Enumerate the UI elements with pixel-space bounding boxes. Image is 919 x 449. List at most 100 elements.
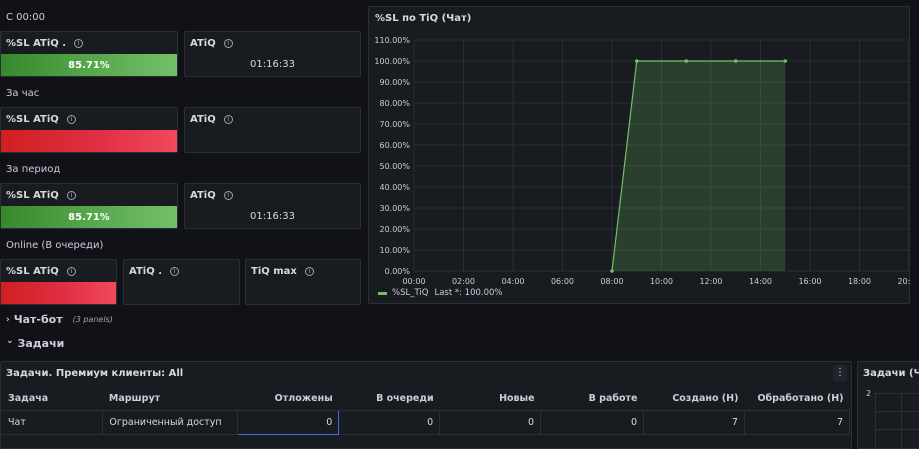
info-icon[interactable]: i — [304, 267, 314, 276]
column-header-processed[interactable]: Обработано (Н) — [744, 387, 850, 411]
stat-value: 01:16:33 — [250, 211, 295, 222]
chevron-right-icon: › — [6, 314, 10, 325]
info-icon[interactable]: i — [223, 191, 233, 200]
stat-panel-sl-atiq-period[interactable]: %SL ATiQ i 85.71% — [0, 183, 178, 229]
legend-swatch — [378, 291, 387, 295]
info-icon[interactable]: i — [66, 191, 76, 200]
gridline — [876, 411, 919, 412]
y-tick-label: 10.00% — [379, 246, 410, 255]
stat-value-bar: 85.71% — [1, 206, 177, 228]
column-header-in-progress[interactable]: В работе — [540, 387, 644, 411]
x-tick-label: 04:00 — [501, 277, 524, 286]
section-title-per-hour: За час — [6, 88, 40, 99]
stat-title: %SL ATiQ i — [6, 190, 76, 201]
right-panel-title: Задачи (Чат — [863, 368, 919, 379]
stat-title-label: ATiQ — [190, 190, 216, 201]
panel-menu-button[interactable]: ⋮ — [833, 365, 847, 381]
panels-count: (3 panels) — [72, 315, 113, 324]
stat-panel-sl-atiq-online[interactable]: %SL ATiQ i — [0, 259, 117, 305]
stat-title: %SL ATiQ i — [6, 266, 76, 277]
stat-title-label: ATiQ — [190, 114, 216, 125]
stat-title: ATiQ i — [190, 114, 233, 125]
info-icon[interactable]: i — [66, 267, 76, 276]
x-tick-label: 10:00 — [650, 277, 673, 286]
row-header-chatbot[interactable]: › Чат-бот (3 panels) — [6, 313, 113, 326]
stat-panel-atiq-period[interactable]: ATiQ i 01:16:33 — [184, 183, 361, 229]
sl-tiq-chart: 0.00% 10.00% 20.00% 30.00% 40.00% 50.00% 60.00… — [374, 36, 911, 286]
cell-new: 0 — [439, 410, 542, 435]
stat-title: ATiQ . i — [129, 266, 179, 277]
table-header-row: Задача Маршрут Отложены В очереди Новые … — [2, 387, 850, 411]
row-header-tasks[interactable]: ⌄ Задачи — [6, 336, 65, 350]
stat-title: %SL ATiQ i — [6, 114, 76, 125]
y-tick-label: 40.00% — [379, 183, 410, 192]
info-icon[interactable]: i — [223, 39, 233, 48]
column-header-created[interactable]: Создано (Н) — [643, 387, 745, 411]
section-title-since-midnight: С 00:00 — [6, 12, 45, 23]
table-row[interactable]: Чат Ограниченный доступ 0 0 0 0 7 7 — [2, 409, 851, 435]
gridline — [876, 429, 919, 430]
stat-title-label: %SL ATiQ — [6, 266, 59, 277]
info-icon[interactable]: i — [170, 267, 179, 276]
stat-title: ATiQ i — [190, 190, 233, 201]
series-point — [610, 269, 614, 273]
cell-postponed[interactable]: 0 — [237, 409, 340, 435]
right-partial-panel[interactable]: Задачи (Чат 2 — [857, 361, 919, 449]
gridline — [876, 393, 919, 394]
stat-panel-atiq-online[interactable]: ATiQ . i — [123, 259, 240, 305]
x-tick-label: 18:00 — [848, 277, 871, 286]
cell-in-progress: 0 — [540, 410, 644, 435]
x-tick-label: 20:00 — [897, 277, 911, 286]
stat-title-label: TiQ max — [251, 266, 297, 277]
table-panel-title: Задачи. Премиум клиенты: All — [6, 368, 184, 379]
gridline — [901, 393, 902, 448]
row-title: Задачи — [17, 337, 65, 350]
y-tick-label: 30.00% — [379, 204, 410, 213]
stat-title-label: %SL ATiQ — [6, 114, 59, 125]
series-area — [612, 61, 786, 271]
stat-title: TiQ max i — [251, 266, 314, 277]
stat-value-bar — [1, 282, 116, 304]
row-title: Чат-бот — [13, 313, 63, 326]
stat-value-bar: 85.71% — [1, 54, 177, 76]
right-panel-y-tick: 2 — [866, 389, 872, 398]
column-header-postponed[interactable]: Отложены — [237, 387, 339, 411]
stat-title-label: ATiQ . — [129, 266, 162, 277]
y-tick-label: 80.00% — [379, 99, 410, 108]
cell-processed: 7 — [744, 410, 851, 435]
stat-panel-sl-atiq-midnight[interactable]: %SL ATiQ . i 85.71% — [0, 31, 178, 77]
column-header-task[interactable]: Задача — [2, 387, 103, 411]
section-title-per-period: За период — [6, 164, 61, 175]
x-tick-label: 12:00 — [699, 277, 722, 286]
column-header-new[interactable]: Новые — [439, 387, 541, 411]
stat-title-label: %SL ATiQ — [6, 190, 59, 201]
tasks-table: Задача Маршрут Отложены В очереди Новые … — [2, 387, 851, 435]
column-header-route[interactable]: Маршрут — [102, 387, 238, 411]
stat-panel-tiq-max-online[interactable]: TiQ max i — [245, 259, 361, 305]
chart-legend[interactable]: %SL_TiQ Last *: 100.00% — [378, 288, 503, 298]
x-tick-label: 16:00 — [798, 277, 821, 286]
stat-value-bar — [1, 130, 177, 152]
y-tick-label: 20.00% — [379, 225, 410, 234]
info-icon[interactable]: i — [66, 115, 76, 124]
stat-title: %SL ATiQ . i — [6, 38, 84, 49]
series-point — [783, 59, 788, 63]
section-title-online: Online (В очереди) — [6, 240, 104, 251]
tasks-table-panel[interactable]: Задачи. Премиум клиенты: All ⋮ Задача Ма… — [0, 361, 852, 449]
stat-panel-atiq-hour[interactable]: ATiQ i — [184, 107, 361, 153]
stat-title-label: ATiQ — [190, 38, 216, 49]
right-panel-plot-area — [875, 393, 919, 448]
stat-panel-atiq-midnight[interactable]: ATiQ i 01:16:33 — [184, 31, 361, 77]
x-tick-label: 02:00 — [452, 277, 475, 286]
series-point — [634, 59, 639, 63]
x-tick-label: 00:00 — [402, 277, 425, 286]
stat-value: 01:16:33 — [250, 59, 295, 70]
chart-panel-sl-tiq[interactable]: %SL по TiQ (Чат) 0.00% 10.00% 20.00% 30.00%… — [368, 6, 911, 304]
y-tick-label: 100.00% — [374, 57, 410, 66]
info-icon[interactable]: i — [74, 39, 84, 48]
info-icon[interactable]: i — [223, 115, 233, 124]
stat-panel-sl-atiq-hour[interactable]: %SL ATiQ i — [0, 107, 178, 153]
column-header-in-queue[interactable]: В очереди — [338, 387, 440, 411]
legend-series-name: %SL_TiQ — [392, 288, 429, 298]
series-point — [733, 59, 738, 63]
